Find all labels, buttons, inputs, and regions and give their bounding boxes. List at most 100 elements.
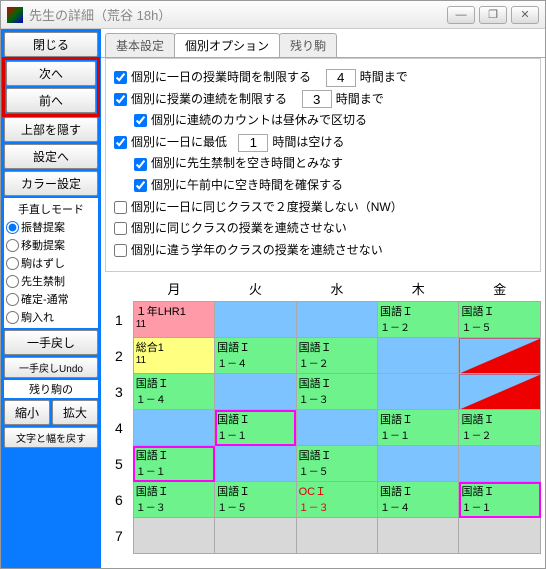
schedule-cell[interactable] <box>459 446 541 482</box>
schedule-cell[interactable] <box>215 302 296 338</box>
schedule-cell[interactable]: １年LHR111 <box>133 302 214 338</box>
tab-individual-options[interactable]: 個別オプション <box>174 33 280 57</box>
tab-remaining[interactable]: 残り駒 <box>279 33 337 57</box>
cell-subject: 国語Ｉ <box>380 411 456 427</box>
mode-option[interactable]: 確定-通常 <box>6 290 96 308</box>
schedule-cell[interactable]: 国語Ｉ１－５ <box>215 482 296 518</box>
cell-subject: 国語Ｉ <box>461 411 538 427</box>
schedule-cell[interactable]: OCＩ１－３ <box>296 482 377 518</box>
sidebar: 閉じる 次へ 前へ 上部を隠す 設定へ カラー設定 手直しモード 振替提案 移動… <box>1 29 101 568</box>
opt-limit-consec-input[interactable] <box>302 90 332 108</box>
opt-limit-consec-check[interactable] <box>114 93 127 106</box>
minimize-button[interactable]: — <box>447 6 475 24</box>
schedule-cell[interactable] <box>378 446 459 482</box>
opt-limit-hours-input[interactable] <box>326 69 356 87</box>
schedule-cell[interactable] <box>459 518 541 554</box>
schedule-cell[interactable] <box>215 446 296 482</box>
schedule-cell[interactable]: 国語Ｉ１－４ <box>133 374 214 410</box>
opt-lunch-divider-check[interactable] <box>134 114 147 127</box>
schedule-cell[interactable] <box>215 374 296 410</box>
mode-radio[interactable] <box>6 311 19 324</box>
schedule-cell[interactable] <box>133 410 214 446</box>
cell-subject: 国語Ｉ <box>217 483 293 499</box>
schedule-cell[interactable]: 国語Ｉ１－５ <box>296 446 377 482</box>
prev-button[interactable]: 前へ <box>6 88 96 113</box>
cell-subject: 国語Ｉ <box>299 375 375 391</box>
schedule-cell[interactable] <box>378 374 459 410</box>
schedule-cell[interactable]: 国語Ｉ１－３ <box>296 374 377 410</box>
next-button[interactable]: 次へ <box>6 61 96 86</box>
schedule-cell[interactable]: 総合111 <box>133 338 214 374</box>
schedule-cell[interactable] <box>296 302 377 338</box>
undo-one-button[interactable]: 一手戻し <box>4 330 98 355</box>
opt-no-consec-diff-check[interactable] <box>114 244 127 257</box>
mode-radio[interactable] <box>6 293 19 306</box>
mode-option[interactable]: 移動提案 <box>6 236 96 254</box>
schedule-cell[interactable] <box>296 410 377 446</box>
schedule-cell[interactable]: 国語Ｉ１－５ <box>459 302 541 338</box>
schedule-cell[interactable]: 国語Ｉ１－１ <box>378 410 459 446</box>
mode-radio[interactable] <box>6 221 19 234</box>
cell-subject: 国語Ｉ <box>461 303 538 319</box>
cell-class: １－４ <box>136 391 212 406</box>
schedule-cell[interactable] <box>378 518 459 554</box>
close-button[interactable]: 閉じる <box>4 32 98 57</box>
shrink-button[interactable]: 縮小 <box>4 400 50 425</box>
mode-option[interactable]: 駒入れ <box>6 308 96 326</box>
opt-ensure-am-empty-check[interactable] <box>134 179 147 192</box>
restore-button[interactable]: 文字と幅を戻す <box>4 427 98 448</box>
cell-subject: 国語Ｉ <box>136 483 212 499</box>
opt-no-twice-check[interactable] <box>114 201 127 214</box>
cell-subject: 国語Ｉ <box>380 303 456 319</box>
schedule-cell[interactable] <box>133 518 214 554</box>
cell-class: １－４ <box>380 499 456 514</box>
cell-class: １－３ <box>136 499 212 514</box>
opt-min-empty-input[interactable] <box>238 134 268 152</box>
opt-min-empty-check[interactable] <box>114 136 127 149</box>
schedule-cell[interactable]: 国語Ｉ１－２ <box>459 410 541 446</box>
app-icon <box>7 7 23 23</box>
cell-subject: 総合1 <box>136 339 212 355</box>
schedule-cell[interactable]: 国語Ｉ１－４ <box>378 482 459 518</box>
schedule-cell[interactable] <box>459 374 541 410</box>
mode-option[interactable]: 先生禁制 <box>6 272 96 290</box>
cell-subject: １年LHR1 <box>136 303 212 319</box>
cell-class: １－５ <box>461 319 538 334</box>
schedule-cell[interactable] <box>378 338 459 374</box>
schedule-cell[interactable]: 国語Ｉ１－３ <box>133 482 214 518</box>
maximize-button[interactable]: ❐ <box>479 6 507 24</box>
period-label: 2 <box>105 338 133 374</box>
schedule-cell[interactable] <box>215 518 296 554</box>
mode-radio[interactable] <box>6 275 19 288</box>
color-settings-button[interactable]: カラー設定 <box>4 171 98 196</box>
opt-empty-as-ban-check[interactable] <box>134 158 147 171</box>
period-label: 7 <box>105 518 133 554</box>
window-title: 先生の詳細（荒谷 18h） <box>29 5 447 24</box>
schedule-cell[interactable]: 国語Ｉ１－１ <box>215 410 296 446</box>
schedule-cell[interactable]: 国語Ｉ１－２ <box>296 338 377 374</box>
hide-top-button[interactable]: 上部を隠す <box>4 117 98 142</box>
schedule-cell[interactable] <box>296 518 377 554</box>
close-window-button[interactable]: ✕ <box>511 6 539 24</box>
cell-subject: OCＩ <box>299 483 375 499</box>
opt-limit-hours-check[interactable] <box>114 71 127 84</box>
mode-radio[interactable] <box>6 257 19 270</box>
period-label: 3 <box>105 374 133 410</box>
opt-no-consec-same-check[interactable] <box>114 222 127 235</box>
schedule-cell[interactable]: 国語Ｉ１－４ <box>215 338 296 374</box>
cell-class: １－１ <box>136 463 212 478</box>
undo-one-small-button[interactable]: 一手戻しUndo <box>4 357 98 378</box>
mode-option[interactable]: 駒はずし <box>6 254 96 272</box>
schedule-cell[interactable]: 国語Ｉ１－２ <box>378 302 459 338</box>
cell-subject: 国語Ｉ <box>217 339 293 355</box>
schedule-cell[interactable]: 国語Ｉ１－１ <box>459 482 541 518</box>
mode-option[interactable]: 振替提案 <box>6 218 96 236</box>
day-header: 月 <box>133 276 214 302</box>
schedule-cell[interactable] <box>459 338 541 374</box>
schedule-cell[interactable]: 国語Ｉ１－１ <box>133 446 214 482</box>
mode-radio[interactable] <box>6 239 19 252</box>
expand-button[interactable]: 拡大 <box>52 400 98 425</box>
tab-basic[interactable]: 基本設定 <box>105 33 175 57</box>
period-label: 4 <box>105 410 133 446</box>
to-settings-button[interactable]: 設定へ <box>4 144 98 169</box>
